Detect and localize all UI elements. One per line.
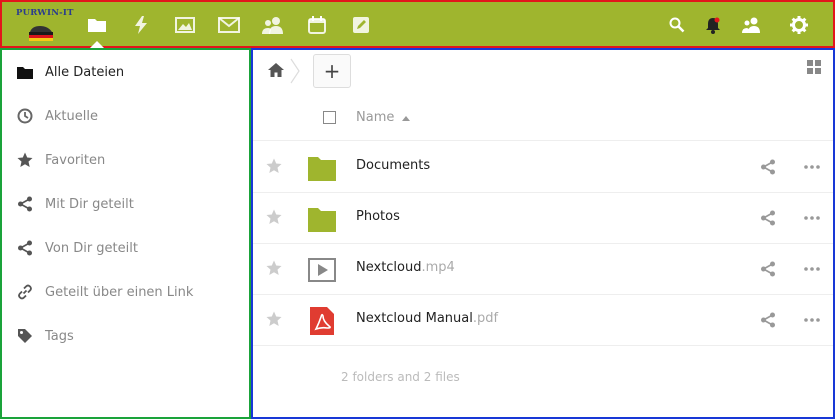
- more-options-icon[interactable]: [804, 318, 820, 322]
- sidebar-item-shared-by-link[interactable]: Geteilt über einen Link: [2, 270, 249, 314]
- video-file-icon: [308, 258, 336, 282]
- active-app-indicator: [90, 41, 104, 48]
- sidebar-item-label: Alle Dateien: [45, 64, 125, 80]
- star-icon[interactable]: [266, 158, 282, 174]
- navigation-sidebar: Alle Dateien Aktuelle Favoriten Mit Dir …: [0, 48, 251, 419]
- file-summary: 2 folders and 2 files: [341, 370, 460, 384]
- sort-ascending-icon[interactable]: [402, 116, 410, 121]
- folder-icon[interactable]: [86, 14, 108, 36]
- file-name[interactable]: Photos: [356, 209, 400, 224]
- mail-icon[interactable]: [218, 14, 240, 36]
- lightning-icon[interactable]: [130, 14, 152, 36]
- share-icon[interactable]: [760, 159, 776, 175]
- search-icon[interactable]: [666, 14, 688, 36]
- calendar-icon[interactable]: [306, 14, 328, 36]
- file-row[interactable]: Nextcloud.mp4: [253, 244, 833, 295]
- more-options-icon[interactable]: [804, 165, 820, 169]
- folder-icon: [16, 63, 34, 81]
- sidebar-item-shared-by-you[interactable]: Von Dir geteilt: [2, 226, 249, 270]
- file-row[interactable]: Photos: [253, 193, 833, 244]
- sidebar-item-all-files[interactable]: Alle Dateien: [2, 50, 249, 94]
- file-name[interactable]: Nextcloud.mp4: [356, 260, 455, 275]
- logo-car-graphic: [29, 26, 53, 41]
- home-icon[interactable]: [267, 62, 285, 78]
- sidebar-item-tags[interactable]: Tags: [2, 314, 249, 358]
- folder-icon: [308, 157, 336, 181]
- sidebar-item-label: Mit Dir geteilt: [45, 196, 134, 212]
- more-options-icon[interactable]: [804, 216, 820, 220]
- sidebar-item-favorites[interactable]: Favoriten: [2, 138, 249, 182]
- share-icon[interactable]: [760, 210, 776, 226]
- star-icon: [16, 151, 34, 169]
- file-list-header: Name: [253, 96, 833, 141]
- share-icon[interactable]: [760, 312, 776, 328]
- edit-icon[interactable]: [350, 14, 372, 36]
- contacts-icon[interactable]: [262, 14, 284, 36]
- share-icon: [16, 239, 34, 257]
- star-icon[interactable]: [266, 260, 282, 276]
- file-name[interactable]: Nextcloud Manual.pdf: [356, 311, 498, 326]
- notifications-icon[interactable]: [702, 14, 724, 36]
- file-name[interactable]: Documents: [356, 158, 430, 173]
- tag-icon: [16, 327, 34, 345]
- star-icon[interactable]: [266, 209, 282, 225]
- pdf-file-icon: [310, 307, 334, 335]
- file-list-panel: + Name Documents Photos Nextcloud.mp4 Ne…: [251, 48, 835, 419]
- sidebar-item-label: Favoriten: [45, 152, 106, 168]
- star-icon[interactable]: [266, 311, 282, 327]
- grid-view-icon[interactable]: [807, 60, 821, 74]
- sidebar-item-label: Tags: [45, 328, 74, 344]
- file-row[interactable]: Nextcloud Manual.pdf: [253, 295, 833, 346]
- file-row[interactable]: Documents: [253, 142, 833, 193]
- sidebar-item-label: Von Dir geteilt: [45, 240, 138, 256]
- share-icon: [16, 195, 34, 213]
- sidebar-item-shared-with-you[interactable]: Mit Dir geteilt: [2, 182, 249, 226]
- more-options-icon[interactable]: [804, 267, 820, 271]
- sidebar-item-label: Geteilt über einen Link: [45, 284, 194, 300]
- link-icon: [16, 283, 34, 301]
- share-icon[interactable]: [760, 261, 776, 277]
- company-logo[interactable]: PURWIN-IT: [14, 6, 73, 44]
- top-app-bar: PURWIN-IT: [0, 0, 835, 48]
- sidebar-item-label: Aktuelle: [45, 108, 98, 124]
- column-header-name[interactable]: Name: [356, 110, 394, 125]
- clock-icon: [16, 107, 34, 125]
- select-all-checkbox[interactable]: [323, 111, 336, 124]
- contacts-menu-icon[interactable]: [741, 14, 763, 36]
- new-file-button-label: +: [323, 59, 341, 83]
- logo-text: PURWIN-IT: [16, 8, 74, 18]
- breadcrumb-separator: [290, 58, 300, 84]
- new-file-button[interactable]: +: [313, 54, 351, 88]
- sidebar-item-recent[interactable]: Aktuelle: [2, 94, 249, 138]
- settings-gear-icon[interactable]: [788, 14, 810, 36]
- image-icon[interactable]: [174, 14, 196, 36]
- folder-icon: [308, 208, 336, 232]
